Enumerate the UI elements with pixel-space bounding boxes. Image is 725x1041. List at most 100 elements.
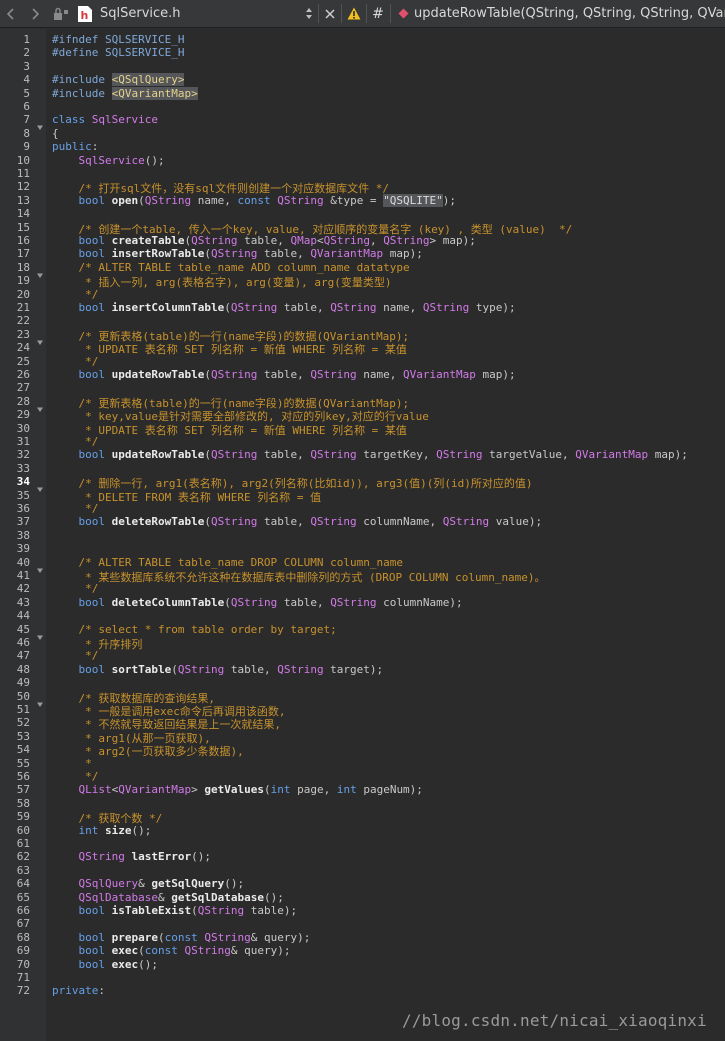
code-line[interactable]: bool sortTable(QString table, QString ta… [52, 663, 384, 676]
line-number: 56 [16, 770, 30, 783]
code-line[interactable]: #include <QSqlQuery> [52, 73, 185, 86]
line-number: 57 [16, 783, 30, 796]
code-line[interactable]: */ [52, 770, 98, 783]
fold-marker-icon[interactable] [37, 626, 43, 640]
line-number: 18 [16, 261, 30, 274]
line-number: 51 [16, 703, 30, 716]
file-selector[interactable]: SqlService.h [100, 0, 300, 27]
code-line[interactable]: */ [52, 649, 98, 662]
code-line[interactable]: * UPDATE 表名称 SET 列名称 = 新值 WHERE 列名称 = 某值 [52, 422, 407, 438]
forward-button[interactable] [26, 0, 44, 27]
line-number: 5 [23, 87, 30, 100]
line-number: 47 [16, 649, 30, 662]
fold-marker-icon[interactable] [37, 116, 43, 130]
warning-icon [347, 7, 361, 20]
code-line[interactable]: private: [52, 984, 105, 997]
code-line[interactable]: bool deleteRowTable(QString table, QStri… [52, 515, 543, 528]
fold-marker-icon[interactable] [37, 398, 43, 412]
file-dropdown-button[interactable] [300, 0, 318, 27]
code-line[interactable]: QString lastError(); [52, 850, 211, 863]
svg-text:h: h [81, 9, 89, 22]
code-line[interactable]: /* ALTER TABLE table_name DROP COLUMN co… [52, 556, 404, 569]
line-number: 17 [16, 247, 30, 260]
code-line[interactable]: { [52, 127, 59, 140]
code-line[interactable]: bool deleteColumnTable(QString table, QS… [52, 596, 463, 609]
code-line[interactable]: */ [52, 502, 98, 515]
code-line[interactable]: /* select * from table order by target; [52, 623, 337, 636]
fold-marker-icon[interactable] [37, 478, 43, 492]
code-line[interactable]: bool updateRowTable(QString table, QStri… [52, 368, 516, 381]
line-number: 35 [16, 489, 30, 502]
back-button[interactable] [2, 0, 20, 27]
code-line[interactable]: bool open(QString name, const QString &t… [52, 194, 456, 207]
code-line[interactable]: bool exec(const QString& query); [52, 944, 291, 957]
editor-toolbar: h SqlService.h # updateRowTable(QString,… [0, 0, 725, 28]
code-line[interactable]: bool insertColumnTable(QString table, QS… [52, 301, 516, 314]
lock-button[interactable] [50, 0, 72, 27]
code-line[interactable]: bool exec(); [52, 958, 159, 971]
line-number: 19 [16, 274, 30, 287]
line-number: 9 [23, 140, 30, 153]
fold-marker-icon[interactable] [37, 264, 43, 278]
code-line[interactable]: */ [52, 355, 98, 368]
line-number: 68 [16, 931, 30, 944]
lock-icon [54, 7, 68, 20]
symbols-button[interactable]: # [368, 0, 388, 27]
line-number: 31 [16, 435, 30, 448]
line-number: 2 [23, 46, 30, 59]
line-number: 66 [16, 904, 30, 917]
line-number: 59 [16, 810, 30, 823]
code-line[interactable]: bool createTable(QString table, QMap<QSt… [52, 234, 476, 247]
code-line[interactable]: */ [52, 288, 98, 301]
code-line[interactable]: class SqlService [52, 113, 158, 126]
function-breadcrumb[interactable]: updateRowTable(QString, QString, QString… [414, 0, 725, 27]
line-number: 34 [16, 475, 30, 488]
line-number: 8 [23, 127, 30, 140]
line-number: 71 [16, 971, 30, 984]
code-line[interactable]: bool prepare(const QString& query); [52, 931, 311, 944]
line-number: 3 [23, 60, 30, 73]
line-number: 49 [16, 676, 30, 689]
fold-marker-icon[interactable] [37, 693, 43, 707]
code-line[interactable]: #ifndef SQLSERVICE_H [52, 33, 184, 46]
code-line[interactable]: bool insertRowTable(QString table, QVari… [52, 247, 423, 260]
code-line[interactable]: #include <QVariantMap> [52, 87, 198, 100]
line-number: 24 [16, 341, 30, 354]
fold-marker-icon[interactable] [37, 331, 43, 345]
line-number: 38 [16, 529, 30, 542]
code-line[interactable]: int size(); [52, 824, 152, 837]
code-line[interactable]: * UPDATE 表名称 SET 列名称 = 新值 WHERE 列名称 = 某值 [52, 341, 407, 357]
line-number: 11 [16, 167, 30, 180]
line-number: 29 [16, 408, 30, 421]
code-line[interactable]: SqlService(); [52, 154, 165, 167]
updown-arrows-icon [306, 8, 312, 19]
line-number: 22 [16, 314, 30, 327]
line-number: 64 [16, 877, 30, 890]
chevron-right-icon [32, 7, 39, 20]
code-line[interactable]: * 插入一列, arg(表格名字), arg(变量), arg(变量类型) [52, 274, 391, 290]
code-line[interactable]: public: [52, 140, 98, 153]
code-line[interactable]: bool updateRowTable(QString table, QStri… [52, 448, 688, 461]
fold-marker-icon[interactable] [37, 559, 43, 573]
code-line[interactable]: QSqlDatabase& getSqlDatabase(); [52, 891, 284, 904]
line-number: 65 [16, 891, 30, 904]
code-line[interactable]: QList<QVariantMap> getValues(int page, i… [52, 783, 423, 796]
close-document-button[interactable] [320, 0, 340, 27]
warnings-button[interactable] [344, 0, 364, 27]
line-number: 67 [16, 917, 30, 930]
code-line[interactable]: #define SQLSERVICE_H [52, 46, 184, 59]
code-line[interactable]: /* ALTER TABLE table_name ADD column_nam… [52, 261, 410, 274]
line-number: 72 [16, 984, 30, 997]
line-number: 4 [23, 73, 30, 86]
code-line[interactable]: */ [52, 435, 98, 448]
code-line[interactable]: * 某些数据库系统不允许这种在数据库表中删除列的方式 (DROP COLUMN … [52, 569, 545, 585]
line-number: 40 [16, 556, 30, 569]
code-line[interactable]: QSqlQuery& getSqlQuery(); [52, 877, 245, 890]
code-line[interactable]: * [52, 757, 92, 770]
code-line[interactable]: bool isTableExist(QString table); [52, 904, 298, 917]
code-line[interactable]: */ [52, 582, 98, 595]
code-editor[interactable]: 1 2 3 4 5 6 7 8 9 10 11 12 13 14 15 16 17 18 19 20 21 22 23 24 2… [0, 29, 725, 1041]
code-area[interactable]: #ifndef SQLSERVICE_H #define SQLSERVICE_H… [46, 29, 725, 1041]
line-number-gutter: 1 2 3 4 5 6 7 8 9 10 11 12 13 14 15 16 17 18 19 20 21 22 23 24 2… [0, 29, 46, 1041]
close-icon [325, 8, 335, 19]
